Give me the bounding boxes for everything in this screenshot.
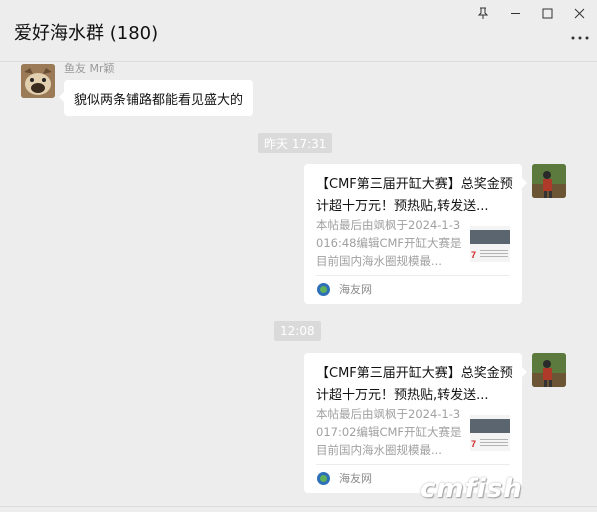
link-card-source: 海友网 [339,472,372,485]
chat-header: 爱好海水群 (180) [0,0,597,62]
sender-name: 鱼友 Mr颖 [64,62,115,75]
link-card-title: 【CMF第三届开缸大赛】总奖金预计超十万元！预热贴,转发送... [316,366,513,403]
link-card-thumbnail: 7 [470,415,510,451]
minimize-icon[interactable] [504,3,526,23]
link-card-thumbnail: 7 [470,226,510,262]
avatar[interactable] [532,353,566,387]
maximize-icon[interactable] [536,3,558,23]
link-card[interactable]: 【CMF第三届开缸大赛】总奖金预计超十万元！预热贴,转发送... 本帖最后由飒枫… [304,353,527,493]
link-card-title: 【CMF第三届开缸大赛】总奖金预计超十万元！预热贴,转发送... [316,177,513,214]
link-card-description: 本帖最后由飒枫于2024-1-3016:48编辑CMF开缸大赛是目前国内海水圈规… [316,218,462,268]
message-bubble[interactable]: 貌似两条铺路都能看见盛大的 [58,80,254,116]
avatar[interactable] [21,64,55,98]
divider [0,506,597,507]
timestamp: 昨天 17:31 [258,133,333,153]
watermark: cmfish [420,474,523,504]
source-logo-icon [317,472,330,485]
link-card-source: 海友网 [339,283,372,296]
link-card-description: 本帖最后由飒枫于2024-1-3017:02编辑CMF开缸大赛是目前国内海水圈规… [316,407,462,457]
more-dots-icon[interactable] [569,30,591,46]
avatar[interactable] [532,164,566,198]
pin-icon[interactable] [472,3,494,23]
source-logo-icon [317,283,330,296]
divider [316,275,510,276]
link-card[interactable]: 【CMF第三届开缸大赛】总奖金预计超十万元！预热贴,转发送... 本帖最后由飒枫… [304,164,527,304]
chat-title: 爱好海水群 (180) [14,23,159,44]
close-icon[interactable] [568,3,590,23]
timestamp: 12:08 [274,321,321,341]
divider [316,464,510,465]
